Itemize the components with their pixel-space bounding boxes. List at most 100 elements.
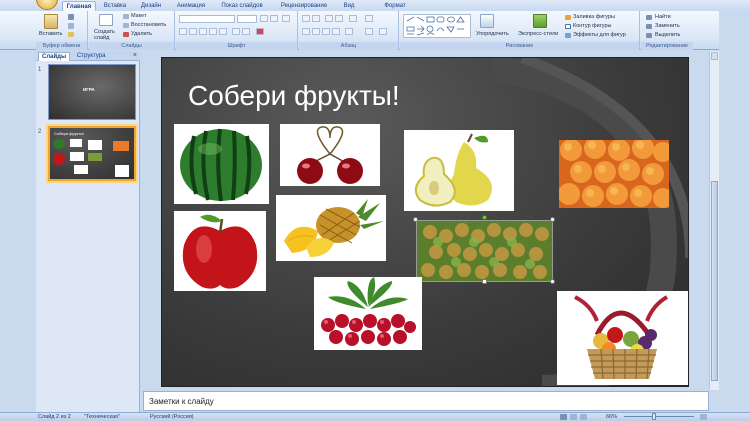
scroll-up-arrow[interactable] [711,52,718,60]
replace-label[interactable]: Заменить [655,23,680,29]
align-text-icon[interactable] [365,28,373,35]
font-size-field[interactable] [237,15,257,23]
copy-icon[interactable] [68,23,74,29]
resize-handle[interactable] [413,217,418,222]
vertical-scrollbar[interactable] [709,51,719,390]
slides-panel: Слайды Структура × 1 ИГРА 2 Собери фрукт… [36,51,140,412]
tab-slideshow[interactable]: Показ слайдов [214,1,270,11]
cherry-icon [297,126,363,184]
tab-outline[interactable]: Структура [74,52,108,61]
shapes-gallery[interactable] [403,14,471,38]
shape-fill-label[interactable]: Заливка фигуры [573,14,615,20]
clear-format-icon[interactable] [282,15,290,22]
resize-handle[interactable] [550,279,555,284]
notes-pane[interactable]: Заметки к слайду [143,391,709,411]
cherry-image[interactable] [280,124,380,186]
slide-canvas[interactable]: Собери фрукты! [161,57,689,387]
shadow-icon[interactable] [219,28,227,35]
peaches-image[interactable] [559,140,669,208]
watermelon-icon [180,128,262,202]
select-label[interactable]: Выделить [655,32,680,38]
tab-review[interactable]: Рецензирование [276,1,332,11]
font-name-field[interactable] [179,15,235,23]
cut-icon[interactable] [68,14,74,20]
tab-format[interactable]: Формат [380,1,410,11]
tab-slides[interactable]: Слайды [38,52,71,61]
font-group-label: Шрифт [176,42,297,50]
numbering-icon[interactable] [312,15,320,22]
new-slide-icon[interactable] [99,14,113,26]
justify-icon[interactable] [332,28,340,35]
delete-label[interactable]: Удалить [131,31,152,37]
rotate-handle[interactable] [482,215,487,220]
slides-group-label: Слайды [89,42,174,50]
tab-animation[interactable]: Анимация [172,1,210,11]
slide-editor: Собери фрукты! [141,51,709,390]
indent-decrease-icon[interactable] [325,15,333,22]
bullets-icon[interactable] [302,15,310,22]
columns-icon[interactable] [345,28,353,35]
layout-label[interactable]: Макет [131,13,147,19]
new-slide-label[interactable]: Создать слайд [94,29,122,41]
fruit-basket-image[interactable] [557,291,688,385]
smartart-icon[interactable] [379,28,387,35]
normal-view-icon[interactable] [560,414,567,420]
grow-font-icon[interactable] [260,15,268,22]
underline-icon[interactable] [199,28,207,35]
strikethrough-icon[interactable] [209,28,217,35]
bold-icon[interactable] [179,28,187,35]
zoom-slider[interactable] [624,416,694,417]
tab-design[interactable]: Дизайн [136,1,166,11]
shrink-font-icon[interactable] [270,15,278,22]
zoom-level[interactable]: 66% [606,414,617,420]
slide-title[interactable]: Собери фрукты! [188,80,400,112]
close-icon[interactable]: × [133,52,137,60]
find-label[interactable]: Найти [655,14,671,20]
tab-view[interactable]: Вид [338,1,360,11]
italic-icon[interactable] [189,28,197,35]
grapes-image[interactable] [416,220,553,282]
arrange-label[interactable]: Упорядочить [476,31,509,37]
watermelon-image[interactable] [174,124,269,204]
line-spacing-icon[interactable] [349,15,357,22]
pear-image[interactable] [404,130,514,211]
align-right-icon[interactable] [322,28,330,35]
find-icon [646,15,652,20]
office-button[interactable] [36,0,58,10]
case-icon[interactable] [242,28,250,35]
berries-image[interactable] [314,277,422,350]
paragraph-group: Абзац [299,11,399,50]
tab-home[interactable]: Главная [62,1,96,11]
indent-increase-icon[interactable] [335,15,343,22]
arrange-icon[interactable] [480,14,494,28]
text-direction-icon[interactable] [365,15,373,22]
spacing-icon[interactable] [232,28,240,35]
shapes-icons [406,16,465,36]
language-indicator[interactable]: Русский (Россия) [150,414,194,420]
notes-placeholder[interactable]: Заметки к слайду [149,397,214,406]
quick-styles-label[interactable]: Экспресс-стили [518,31,558,37]
slide-thumbnail-2[interactable]: Собери фрукты! [48,126,136,181]
zoom-slider-thumb[interactable] [652,413,656,420]
fit-window-icon[interactable] [700,414,707,420]
format-painter-icon[interactable] [68,32,74,37]
slideshow-icon[interactable] [580,414,587,420]
scroll-thumb[interactable] [711,181,718,381]
reset-label[interactable]: Восстановить [131,22,166,28]
align-left-icon[interactable] [302,28,310,35]
slide-thumbnail-1[interactable]: ИГРА [48,64,136,120]
shape-effects-label[interactable]: Эффекты для фигур [573,32,626,38]
tab-insert[interactable]: Вставка [100,1,130,11]
resize-handle[interactable] [482,279,487,284]
resize-handle[interactable] [550,217,555,222]
paste-label[interactable]: Вставить [39,31,62,37]
shape-outline-label[interactable]: Контур фигуры [573,23,611,29]
paste-icon[interactable] [44,14,58,29]
thumb-apple [53,153,65,165]
apple-image[interactable] [174,211,266,291]
align-center-icon[interactable] [312,28,320,35]
font-color-icon[interactable] [256,28,264,35]
quick-styles-icon[interactable] [533,14,547,28]
slide-sorter-icon[interactable] [570,414,577,420]
pineapple-image[interactable] [276,195,386,261]
